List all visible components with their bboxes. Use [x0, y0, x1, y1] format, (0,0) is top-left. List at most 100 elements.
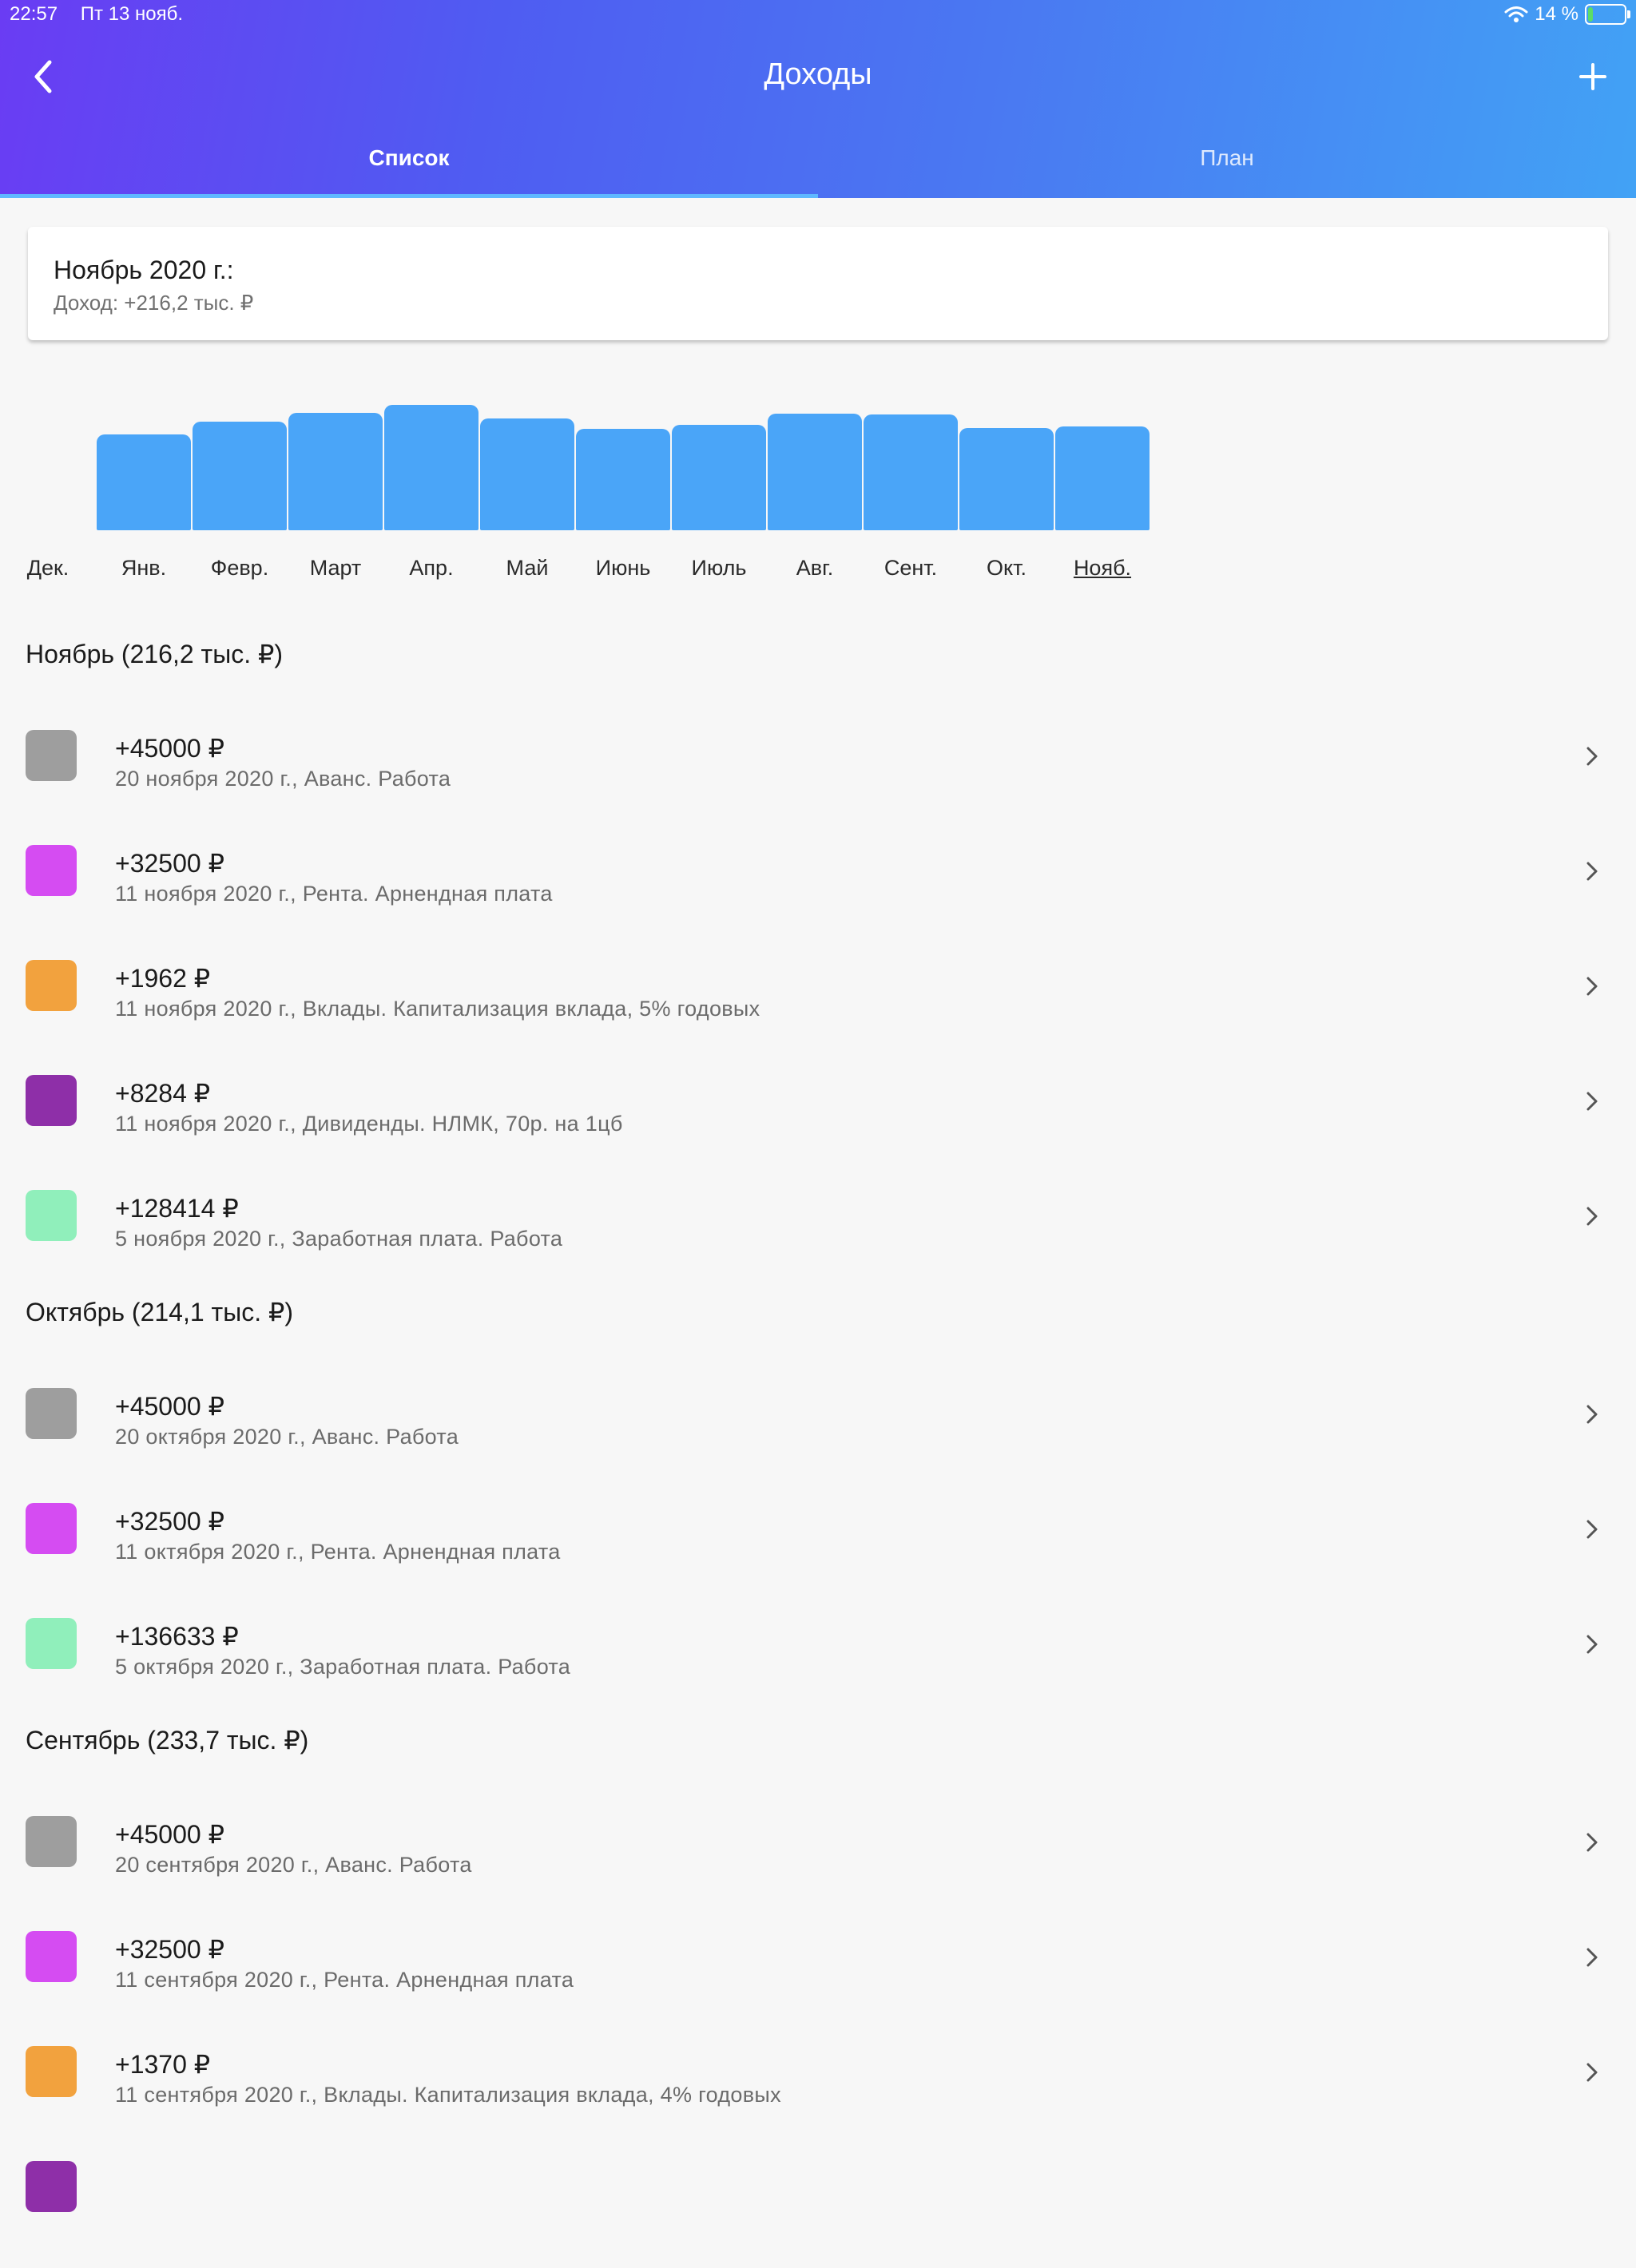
tab-list[interactable]: Список: [0, 136, 818, 198]
chart-month-label[interactable]: Дек.: [0, 556, 96, 581]
category-color-swatch: [26, 1618, 77, 1669]
chart-month-label[interactable]: Июль: [671, 556, 767, 581]
chevron-right-icon: [1580, 859, 1604, 883]
income-description: 11 сентября 2020 г., Рента. Арнендная пл…: [115, 1968, 574, 1992]
income-amount: +45000 ₽: [115, 1820, 224, 1849]
status-time: 22:57: [10, 3, 58, 25]
chart-bar[interactable]: [576, 429, 670, 530]
income-amount: +128414 ₽: [115, 1194, 239, 1223]
income-row[interactable]: +45000 ₽ 20 октября 2020 г., Аванс. Работ…: [0, 1380, 1636, 1495]
chart-month-label[interactable]: Март: [288, 556, 383, 581]
chart-bar[interactable]: [959, 428, 1054, 530]
chart-month-label[interactable]: Нояб.: [1054, 556, 1150, 581]
chart-bar[interactable]: [672, 425, 766, 530]
month-summary-card: Ноябрь 2020 г.: Доход: +216,2 тыс. ₽: [28, 227, 1608, 340]
chevron-right-icon: [1580, 2060, 1604, 2084]
chart-month-label[interactable]: Апр.: [383, 556, 479, 581]
tab-plan[interactable]: План: [818, 136, 1636, 198]
income-amount: +32500 ₽: [115, 1507, 224, 1536]
income-row[interactable]: [0, 2153, 1636, 2268]
category-color-swatch: [26, 2046, 77, 2097]
section-header: Октябрь (214,1 тыс. ₽): [26, 1298, 293, 1326]
chart-month-label[interactable]: Янв.: [96, 556, 192, 581]
income-description: 11 октября 2020 г., Рента. Арнендная пла…: [115, 1540, 561, 1564]
category-color-swatch: [26, 960, 77, 1011]
chevron-right-icon: [1580, 1089, 1604, 1113]
chart-bar[interactable]: [384, 405, 478, 530]
category-color-swatch: [26, 1503, 77, 1554]
income-row[interactable]: +136633 ₽ 5 октября 2020 г., Заработная п…: [0, 1610, 1636, 1725]
income-row[interactable]: +32500 ₽ 11 сентября 2020 г., Рента. Арне…: [0, 1923, 1636, 2038]
tab-bar: Список План: [0, 136, 1636, 198]
page-title: Доходы: [764, 57, 872, 91]
income-row[interactable]: +1370 ₽ 11 сентября 2020 г., Вклады. Капи…: [0, 2038, 1636, 2153]
income-description: 5 ноября 2020 г., Заработная плата. Рабо…: [115, 1227, 563, 1251]
chevron-right-icon: [1580, 1632, 1604, 1656]
category-color-swatch: [26, 730, 77, 781]
section-header: Сентябрь (233,7 тыс. ₽): [26, 1726, 309, 1755]
category-color-swatch: [26, 2161, 77, 2212]
income-amount: +32500 ₽: [115, 1935, 224, 1964]
header: 22:57 Пт 13 нояб. 14 % Доходы Список Пла…: [0, 0, 1636, 198]
chart-month-label[interactable]: Сент.: [863, 556, 959, 581]
category-color-swatch: [26, 845, 77, 896]
chart-month-label[interactable]: Окт.: [959, 556, 1054, 581]
chart-bar[interactable]: [1055, 426, 1150, 530]
income-description: 20 октября 2020 г., Аванс. Работа: [115, 1425, 459, 1449]
income-amount: +45000 ₽: [115, 1392, 224, 1421]
chart-bar[interactable]: [480, 418, 574, 530]
income-description: 20 ноября 2020 г., Аванс. Работа: [115, 767, 451, 791]
category-color-swatch: [26, 1075, 77, 1126]
income-description: 11 сентября 2020 г., Вклады. Капитализац…: [115, 2083, 781, 2107]
chevron-right-icon: [1580, 744, 1604, 768]
summary-title: Ноябрь 2020 г.:: [54, 256, 234, 284]
chevron-right-icon: [1580, 1945, 1604, 1969]
income-amount: +45000 ₽: [115, 734, 224, 763]
income-row[interactable]: +1962 ₽ 11 ноября 2020 г., Вклады. Капита…: [0, 952, 1636, 1067]
income-description: 11 ноября 2020 г., Рента. Арнендная плат…: [115, 882, 553, 906]
chart-bar[interactable]: [97, 434, 191, 530]
status-date: Пт 13 нояб.: [80, 3, 184, 25]
income-bar-chart: Дек. Янв. Февр. Март Апр. Май Июнь Июль Авг. Сент…: [0, 383, 1636, 591]
chart-bar[interactable]: [288, 413, 383, 530]
category-color-swatch: [26, 1190, 77, 1241]
income-row[interactable]: +45000 ₽ 20 ноября 2020 г., Аванс. Работа: [0, 722, 1636, 837]
summary-income: Доход: +216,2 тыс. ₽: [54, 291, 254, 315]
chart-month-label[interactable]: Авг.: [767, 556, 863, 581]
income-row[interactable]: +8284 ₽ 11 ноября 2020 г., Дивиденды. НЛМ…: [0, 1067, 1636, 1182]
status-bar: 22:57 Пт 13 нояб. 14 %: [10, 3, 1630, 29]
chart-month-label[interactable]: Июнь: [575, 556, 671, 581]
chart-bar[interactable]: [193, 422, 287, 530]
income-row[interactable]: +128414 ₽ 5 ноября 2020 г., Заработная пл…: [0, 1182, 1636, 1297]
income-description: 11 ноября 2020 г., Дивиденды. НЛМК, 70р.…: [115, 1112, 623, 1136]
income-amount: +8284 ₽: [115, 1079, 211, 1108]
income-amount: +136633 ₽: [115, 1622, 239, 1651]
chart-month-label[interactable]: Февр.: [192, 556, 288, 581]
income-amount: +32500 ₽: [115, 849, 224, 878]
chart-bar[interactable]: [864, 414, 958, 530]
category-color-swatch: [26, 1388, 77, 1439]
category-color-swatch: [26, 1931, 77, 1982]
income-description: 5 октября 2020 г., Заработная плата. Раб…: [115, 1655, 571, 1679]
plus-icon: [1579, 63, 1606, 90]
chevron-right-icon: [1580, 1517, 1604, 1541]
chart-month-label[interactable]: Май: [479, 556, 575, 581]
income-row[interactable]: +32500 ₽ 11 октября 2020 г., Рента. Арнен…: [0, 1495, 1636, 1610]
income-amount: +1370 ₽: [115, 2050, 211, 2079]
chevron-right-icon: [1580, 974, 1604, 998]
income-row[interactable]: +32500 ₽ 11 ноября 2020 г., Рента. Арненд…: [0, 837, 1636, 952]
add-button[interactable]: [1569, 53, 1617, 101]
battery-icon: [1585, 4, 1630, 25]
income-description: 11 ноября 2020 г., Вклады. Капитализация…: [115, 997, 760, 1021]
wifi-icon: [1504, 6, 1528, 22]
chart-bar[interactable]: [768, 414, 862, 530]
battery-percent: 14 %: [1535, 3, 1578, 25]
income-row[interactable]: +45000 ₽ 20 сентября 2020 г., Аванс. Рабо…: [0, 1808, 1636, 1923]
section-header: Ноябрь (216,2 тыс. ₽): [26, 640, 283, 668]
chevron-right-icon: [1580, 1204, 1604, 1228]
chevron-right-icon: [1580, 1402, 1604, 1426]
chevron-right-icon: [1580, 1830, 1604, 1854]
income-amount: +1962 ₽: [115, 964, 211, 993]
income-description: 20 сентября 2020 г., Аванс. Работа: [115, 1853, 472, 1877]
category-color-swatch: [26, 1816, 77, 1867]
